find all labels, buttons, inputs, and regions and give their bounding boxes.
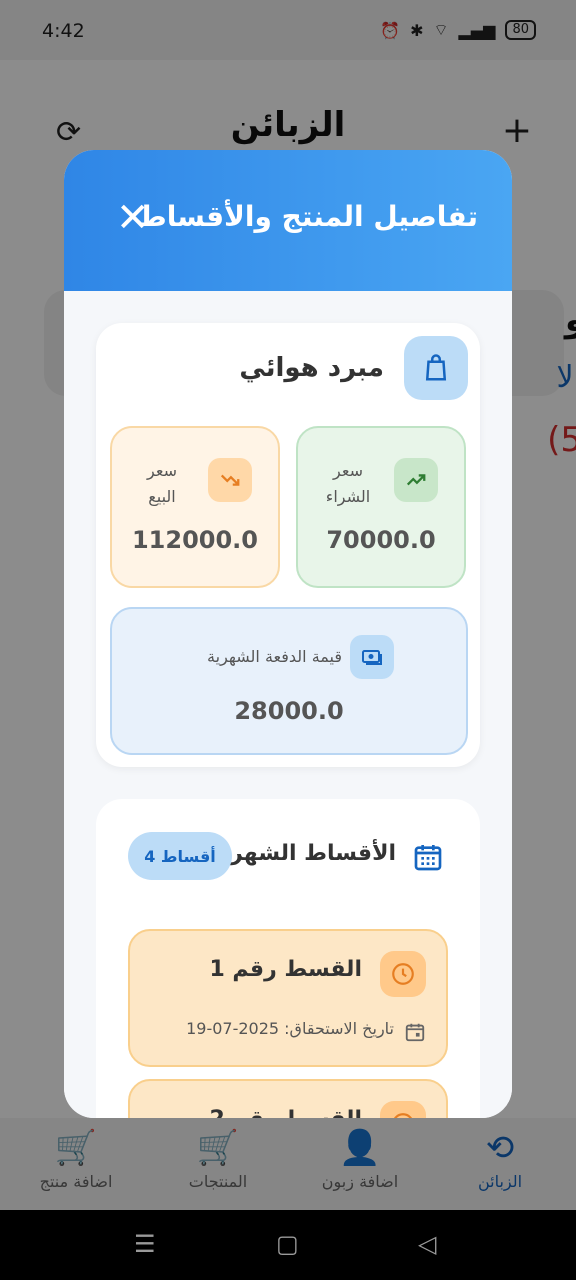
clock-icon xyxy=(380,1101,426,1118)
installments-card: الأقساط الشهرية 4 أقساط القسط رقم 1 تاري… xyxy=(96,799,480,1118)
trending-up-icon xyxy=(394,458,438,502)
back-icon[interactable]: ◁ xyxy=(418,1230,436,1258)
calendar-icon xyxy=(412,841,444,877)
monthly-payment-label: قيمة الدفعة الشهرية xyxy=(207,647,342,666)
trending-down-icon xyxy=(208,458,252,502)
clock-icon xyxy=(380,951,426,997)
payments-icon xyxy=(350,635,394,679)
installments-count-badge: 4 أقساط xyxy=(128,832,232,880)
sell-price-box: سعر البيع 112000.0 xyxy=(110,426,280,588)
event-icon xyxy=(404,1021,426,1043)
installment-item[interactable]: القسط رقم 1 تاريخ الاستحقاق: 2025-07-19 xyxy=(128,929,448,1067)
product-name: مبرد هوائي xyxy=(239,353,384,383)
modal-title: تفاصيل المنتج والأقساط xyxy=(137,200,478,233)
buy-price-box: سعر الشراء 70000.0 xyxy=(296,426,466,588)
product-card: مبرد هوائي سعر الشراء 70000.0 سعر البيع … xyxy=(96,323,480,767)
sell-price-value: 112000.0 xyxy=(131,526,258,554)
installment-item[interactable]: القسط رقم 2 xyxy=(128,1079,448,1118)
installment-title: القسط رقم 2 xyxy=(209,1107,362,1118)
sell-price-label: سعر البيع xyxy=(147,461,177,506)
shopping-bag-icon xyxy=(404,336,468,400)
home-icon[interactable]: ▢ xyxy=(276,1230,299,1258)
modal-header: ✕ تفاصيل المنتج والأقساط xyxy=(64,150,512,291)
monthly-payment-box: قيمة الدفعة الشهرية 28000.0 xyxy=(110,607,468,755)
modal-body[interactable]: مبرد هوائي سعر الشراء 70000.0 سعر البيع … xyxy=(64,291,512,1118)
menu-icon[interactable]: ☰ xyxy=(134,1230,156,1258)
buy-price-value: 70000.0 xyxy=(326,526,436,554)
system-nav-bar: ☰ ▢ ◁ xyxy=(0,1210,576,1280)
buy-price-label: سعر الشراء xyxy=(325,461,371,506)
installment-title: القسط رقم 1 xyxy=(209,957,362,982)
installment-due-date: تاريخ الاستحقاق: 2025-07-19 xyxy=(186,1019,394,1038)
monthly-payment-value: 28000.0 xyxy=(234,697,344,725)
installments-title: الأقساط الشهرية xyxy=(208,841,396,866)
product-details-modal: ✕ تفاصيل المنتج والأقساط مبرد هوائي سعر … xyxy=(64,150,512,1118)
